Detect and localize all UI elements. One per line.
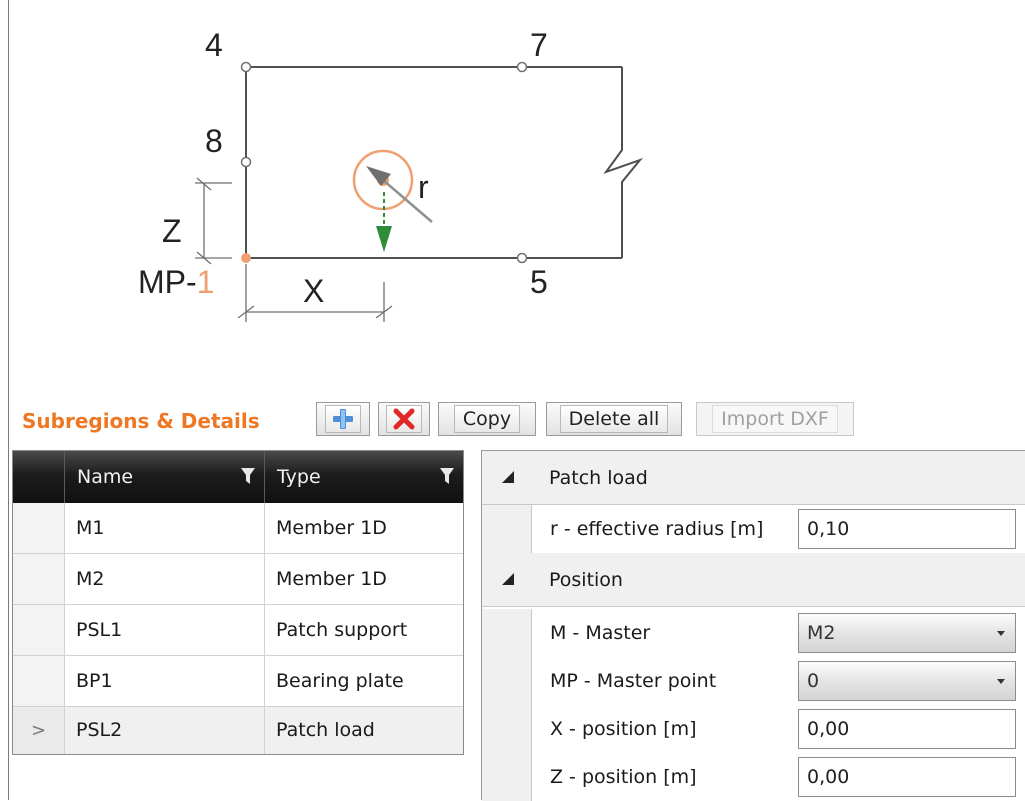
property-label: Z - position [m] bbox=[550, 766, 697, 788]
property-row-z: Z - position [m] 0,00 bbox=[482, 753, 1025, 801]
table-row-selected[interactable]: > PSL2 Patch load bbox=[13, 707, 463, 754]
category-patch-load[interactable]: Patch load bbox=[482, 451, 1025, 505]
category-label: Patch load bbox=[549, 467, 648, 489]
table-row[interactable]: M2 Member 1D bbox=[13, 554, 463, 605]
column-header-name-label: Name bbox=[77, 466, 134, 488]
master-select[interactable]: M2 bbox=[798, 613, 1016, 653]
node-4 bbox=[240, 61, 252, 73]
property-row-master: M - Master M2 bbox=[482, 609, 1025, 657]
row-selector[interactable] bbox=[13, 656, 65, 706]
patch-load-diagram: 4 7 8 5 Z X MP-1 r bbox=[138, 27, 644, 322]
import-dxf-button[interactable]: Import DXF bbox=[696, 402, 854, 436]
node-8 bbox=[240, 156, 252, 168]
subregions-grid: Name Type M1 Member 1D M2 Member 1D PSL1… bbox=[12, 450, 464, 755]
row-gutter bbox=[482, 753, 532, 801]
dropdown-arrow-icon bbox=[997, 631, 1005, 636]
property-row-master-point: MP - Master point 0 bbox=[482, 657, 1025, 705]
row-gutter bbox=[482, 505, 532, 553]
category-label: Position bbox=[549, 569, 623, 591]
grid-header: Name Type bbox=[13, 451, 463, 503]
property-panel: Patch load r - effective radius [m] 0,10… bbox=[481, 450, 1025, 801]
section-title: Subregions & Details bbox=[22, 409, 260, 433]
master-point-1 bbox=[241, 253, 251, 263]
cell-type: Member 1D bbox=[276, 568, 387, 590]
delete-button[interactable] bbox=[378, 402, 430, 436]
node-5 bbox=[516, 252, 528, 264]
row-selector[interactable] bbox=[13, 554, 65, 604]
row-gutter bbox=[482, 657, 532, 705]
column-header-type[interactable]: Type bbox=[265, 451, 463, 503]
cell-type: Patch support bbox=[276, 619, 408, 641]
property-label: MP - Master point bbox=[550, 670, 717, 692]
member-outline bbox=[245, 66, 622, 259]
label-x: X bbox=[303, 273, 324, 309]
dropdown-arrow-icon bbox=[997, 679, 1005, 684]
collapse-triangle-icon[interactable] bbox=[502, 471, 514, 483]
red-x-icon bbox=[393, 408, 415, 430]
add-button[interactable] bbox=[316, 402, 370, 436]
cell-name: BP1 bbox=[65, 656, 265, 706]
label-node-7: 7 bbox=[530, 27, 548, 63]
label-node-8: 8 bbox=[205, 123, 223, 159]
filter-icon[interactable] bbox=[241, 468, 255, 484]
table-row[interactable]: M1 Member 1D bbox=[13, 503, 463, 554]
label-node-4: 4 bbox=[205, 27, 223, 63]
cell-name: M2 bbox=[65, 554, 265, 604]
row-selector[interactable] bbox=[13, 503, 65, 553]
delete-all-button-label: Delete all bbox=[559, 405, 669, 433]
cell-name: PSL2 bbox=[65, 707, 265, 754]
category-position[interactable]: Position bbox=[482, 553, 1025, 607]
z-position-input[interactable]: 0,00 bbox=[798, 757, 1016, 797]
row-gutter bbox=[482, 705, 532, 753]
label-node-5: 5 bbox=[530, 264, 548, 300]
cell-type: Bearing plate bbox=[276, 670, 404, 692]
property-row-x: X - position [m] 0,00 bbox=[482, 705, 1025, 753]
property-label: M - Master bbox=[550, 622, 651, 644]
break-symbol bbox=[603, 67, 644, 258]
column-header-name[interactable]: Name bbox=[65, 451, 265, 503]
table-row[interactable]: BP1 Bearing plate bbox=[13, 656, 463, 707]
cell-type: Member 1D bbox=[276, 517, 387, 539]
radius-input[interactable]: 0,10 bbox=[798, 509, 1016, 549]
filter-icon[interactable] bbox=[440, 468, 454, 484]
column-header-type-label: Type bbox=[277, 466, 321, 488]
copy-button-label: Copy bbox=[453, 405, 521, 433]
label-mp: MP-1 bbox=[138, 264, 214, 300]
row-selector-current[interactable]: > bbox=[13, 707, 65, 754]
load-arrow-head bbox=[376, 226, 392, 252]
grid-header-selector bbox=[13, 451, 65, 503]
label-r: r bbox=[418, 169, 429, 205]
plus-icon bbox=[333, 409, 353, 429]
copy-button[interactable]: Copy bbox=[438, 402, 536, 436]
property-row-radius: r - effective radius [m] 0,10 bbox=[482, 505, 1025, 553]
collapse-triangle-icon[interactable] bbox=[502, 573, 514, 585]
table-row[interactable]: PSL1 Patch support bbox=[13, 605, 463, 656]
cell-type: Patch load bbox=[276, 719, 375, 741]
master-point-select-value: 0 bbox=[807, 670, 820, 692]
import-dxf-button-label: Import DXF bbox=[712, 405, 838, 433]
property-label: r - effective radius [m] bbox=[550, 518, 764, 540]
cell-name: M1 bbox=[65, 503, 265, 553]
master-point-select[interactable]: 0 bbox=[798, 661, 1016, 701]
x-position-input[interactable]: 0,00 bbox=[798, 709, 1016, 749]
label-z: Z bbox=[162, 213, 182, 249]
property-label: X - position [m] bbox=[550, 718, 697, 740]
node-7 bbox=[516, 61, 528, 73]
master-select-value: M2 bbox=[807, 622, 836, 644]
cell-name: PSL1 bbox=[65, 605, 265, 655]
delete-all-button[interactable]: Delete all bbox=[546, 402, 682, 436]
row-selector[interactable] bbox=[13, 605, 65, 655]
row-gutter bbox=[482, 609, 532, 657]
